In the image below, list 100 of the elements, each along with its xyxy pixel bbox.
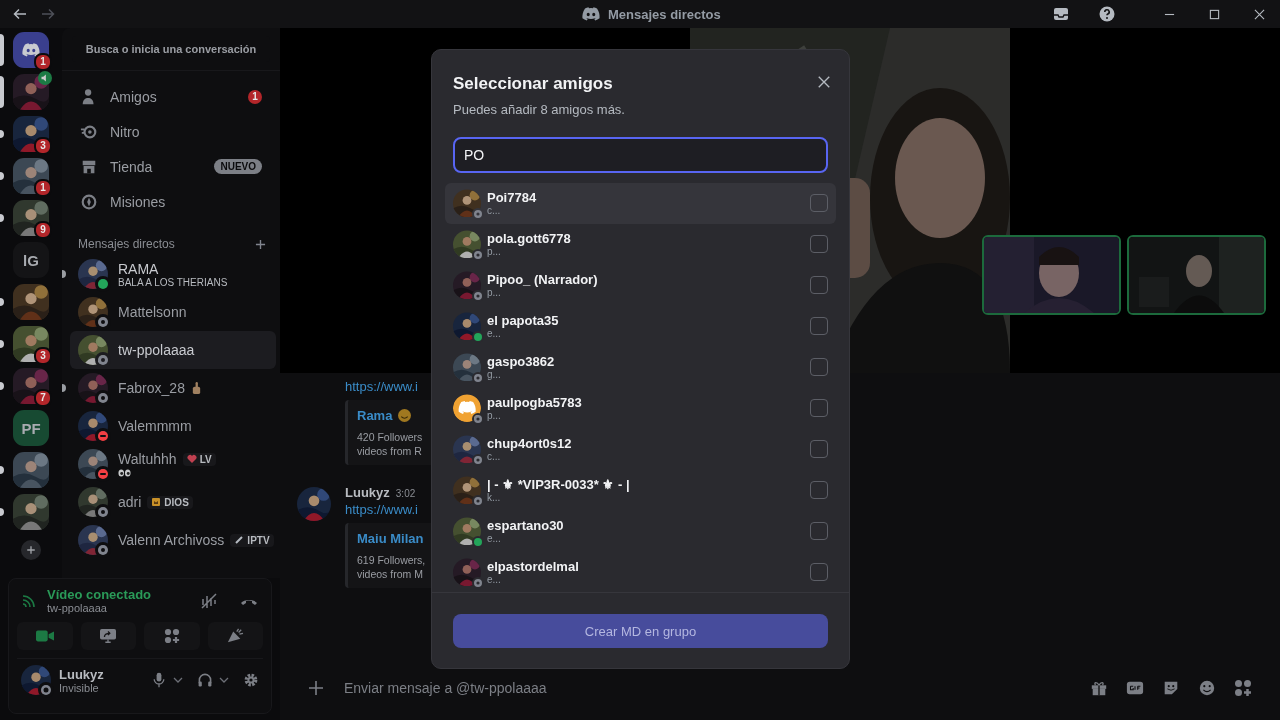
dm-item[interactable]: Valemmmm [70,407,276,445]
user-status: Invisible [59,681,99,694]
checkbox[interactable] [810,563,828,582]
caret-icon[interactable] [219,677,229,683]
gift-icon[interactable] [1090,679,1108,697]
friend-name: elpastordelmal [487,559,580,575]
embed-title[interactable]: Rama [357,408,393,423]
checkbox[interactable] [810,399,828,418]
dialog-title: Seleccionar amigos [453,74,613,94]
checkbox[interactable] [810,481,828,500]
friend-username: p... [487,246,502,258]
status-indicator [38,682,54,698]
dm-item[interactable]: RAMA BALA A LOS THERIANS [70,255,276,293]
channel-name: tw-ppolaaaa [47,602,108,614]
soundboard-button[interactable] [207,622,263,650]
friend-name: Poi7784 [487,190,538,206]
tag: LV [182,452,216,466]
server-icon[interactable]: PF [13,410,49,446]
embed-title[interactable]: Maiu Milan [357,531,424,546]
friend-row[interactable]: elpastordelmal e... [445,551,836,592]
maximize-icon[interactable] [1209,8,1220,20]
embed-text: videos from M [357,568,424,580]
nav-item[interactable]: Nitro [70,114,272,149]
smiley-emoji-icon [398,409,412,422]
add-server-button[interactable] [21,540,41,560]
plus-icon [25,544,37,556]
dm-name: adri [118,494,142,510]
sticker-icon[interactable] [1162,679,1180,697]
headphones-icon[interactable] [197,672,213,688]
inbox-icon[interactable] [1053,6,1069,22]
emoji-icon[interactable] [1198,679,1216,697]
noise-suppression-icon[interactable] [199,590,219,611]
screen-share-icon [99,628,118,644]
nav-item[interactable]: Amigos 1 [70,79,272,114]
dm-item[interactable]: adri DIOS [70,483,276,521]
friend-username: e... [487,328,502,340]
new-tag: NUEVO [214,159,262,174]
microphone-icon[interactable] [151,672,167,688]
dm-name: Valemmmm [118,418,192,434]
dm-name: Waltuhhh [118,451,177,467]
camera-button[interactable] [17,622,73,650]
message-author[interactable]: Luukyz [345,485,390,500]
signal-icon [21,592,37,609]
friend-username: k... [487,492,502,504]
activities-button[interactable] [144,622,200,650]
friend-name: espartano30 [487,518,565,534]
friend-username: e... [487,533,502,545]
dm-item[interactable]: Mattelsonn [70,293,276,331]
nav-item[interactable]: Misiones [70,184,272,219]
tag: DIOS [147,495,193,509]
dm-item[interactable]: Fabrox_28 [70,369,276,407]
add-icon[interactable] [255,238,266,250]
dm-name: RAMA [118,260,159,277]
checkbox[interactable] [810,522,828,541]
add-icon[interactable] [308,680,324,696]
connection-status[interactable]: Vídeo conectado [47,587,179,602]
friend-username: c... [487,451,502,463]
camera-icon [35,628,54,644]
apps-icon[interactable] [1234,679,1252,697]
gif-icon[interactable] [1126,679,1144,697]
username: Luukyz [59,666,105,682]
message-input[interactable]: Enviar mensaje a @tw-ppolaaaa [342,679,1072,697]
nav-item[interactable]: Tienda NUEVO [70,149,272,184]
notification-badge: 1 [34,53,52,71]
discord-logo-icon [582,7,600,21]
dm-item[interactable]: tw-ppolaaaa [70,331,276,369]
friend-username: g... [487,369,502,381]
party-horn-icon [226,628,245,644]
dm-name: Mattelsonn [118,304,187,320]
dm-item[interactable]: Valenn Archivoss IPTV [70,521,276,559]
window-title: Mensajes directos [608,6,721,22]
notification-badge: 3 [34,137,52,155]
heart-icon [186,454,197,464]
server-icon[interactable]: lG [13,242,49,278]
friend-row[interactable]: chup4ort0s12 c... [445,428,836,470]
section-header: Mensajes directos [78,237,175,251]
checkbox[interactable] [810,440,828,459]
tag: IPTV [230,533,274,547]
dm-name: Fabrox_28 [118,380,185,396]
pen-icon [234,535,245,545]
help-icon[interactable] [1099,6,1115,22]
dm-item[interactable]: Waltuhhh LV [70,445,276,483]
friend-row[interactable]: gaspo3862 g... [445,346,836,388]
friend-row[interactable]: | - ⚜ *VIP3R-0033* ⚜ - | k... [445,469,836,511]
caret-icon[interactable] [173,677,183,683]
friend-username: p... [487,410,502,422]
notification-badge: 1 [248,89,262,104]
close-icon[interactable] [1254,8,1265,20]
dm-name: tw-ppolaaaa [118,342,195,358]
screen-share-button[interactable] [80,622,136,650]
back-arrow-icon[interactable] [12,6,28,22]
compass-icon [80,192,98,211]
friend-name: paulpogba5783 [487,395,583,411]
friend-row[interactable]: espartano30 e... [445,510,836,552]
settings-icon[interactable] [243,672,259,688]
friend-name: gaspo3862 [487,354,556,370]
friend-row[interactable]: paulpogba5783 p... [445,387,836,429]
friend-name: chup4ort0s12 [487,436,573,452]
home-button[interactable] [13,32,49,68]
embed-text: 420 Followers [357,431,424,443]
